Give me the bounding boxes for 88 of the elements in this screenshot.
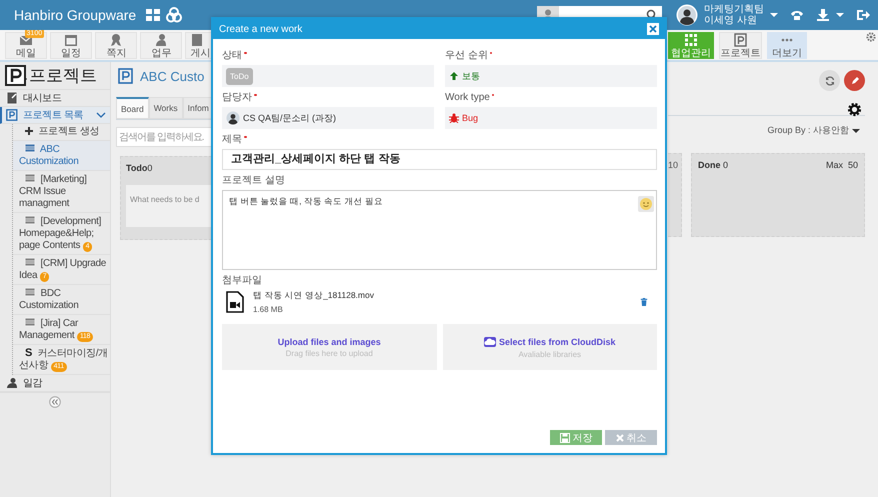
group-by-label[interactable]: Group By : 사용안함 bbox=[767, 124, 849, 137]
table-icon bbox=[25, 257, 35, 267]
field-label: 담당자 bbox=[222, 91, 252, 104]
pencil-icon bbox=[850, 76, 860, 86]
file-name: 탭 작동 시연 영상_181128.mov bbox=[253, 290, 374, 302]
ribbon-icon bbox=[109, 32, 124, 46]
app-button[interactable]: 일정 bbox=[50, 32, 92, 59]
search-field[interactable]: 검색어를 입력하세요. bbox=[116, 127, 212, 147]
refresh-button[interactable] bbox=[819, 70, 840, 91]
sidebar-title: 프로젝트 bbox=[29, 65, 97, 87]
column-count: 0 bbox=[147, 163, 152, 173]
app-button[interactable]: 프로젝트 bbox=[719, 32, 762, 59]
tab[interactable]: Infom bbox=[182, 97, 214, 119]
trash-icon[interactable] bbox=[640, 297, 648, 307]
field-label: 제목 bbox=[222, 133, 242, 146]
user-name: 이세영 사원 bbox=[704, 15, 758, 26]
caret-icon[interactable] bbox=[852, 126, 860, 134]
cloud-icon bbox=[484, 336, 496, 348]
app-button[interactable]: 더보기 bbox=[767, 32, 807, 59]
description-textarea[interactable]: 탭 버튼 눌렀을 때, 작동 속도 개선 필요 bbox=[222, 190, 657, 270]
field-label: 우선 순위 bbox=[445, 49, 488, 62]
logout-icon[interactable] bbox=[856, 8, 870, 22]
field-label: Work type bbox=[445, 92, 490, 102]
field-label: 첨부파일 bbox=[222, 274, 262, 287]
upload-title: Upload files and images bbox=[278, 336, 381, 346]
column-max: 10 bbox=[668, 160, 678, 170]
document-icon bbox=[6, 92, 18, 104]
file-size: 1.68 MB bbox=[253, 305, 284, 314]
avatar-icon[interactable] bbox=[676, 4, 698, 26]
tab[interactable]: Board bbox=[116, 97, 149, 119]
select-field[interactable]: CS QA팀/문소리 (과장) bbox=[222, 107, 434, 129]
dialog-title: Create a new work bbox=[219, 24, 302, 34]
grid-icon[interactable] bbox=[146, 8, 160, 22]
app-button[interactable]: 게시 bbox=[185, 32, 211, 59]
field-label: 상태 bbox=[222, 49, 242, 62]
grid-icon bbox=[684, 32, 698, 46]
close-icon bbox=[649, 25, 657, 33]
select-field[interactable]: Bug bbox=[445, 107, 657, 129]
calendar-icon bbox=[64, 32, 78, 46]
table-icon bbox=[25, 143, 35, 153]
person-icon bbox=[6, 377, 18, 389]
person-icon bbox=[154, 32, 168, 46]
p-box-icon bbox=[6, 109, 18, 121]
table-icon bbox=[25, 287, 35, 297]
edit-button[interactable] bbox=[844, 70, 865, 91]
project-list-item[interactable]: BDC Customization bbox=[13, 285, 110, 315]
upload-title: Select files from CloudDisk bbox=[498, 336, 616, 346]
project-title: ABC Custo bbox=[140, 68, 204, 84]
smiley-icon[interactable] bbox=[638, 196, 654, 212]
arrow-up-icon bbox=[449, 71, 459, 81]
app-title: Hanbiro Groupware bbox=[14, 7, 136, 23]
table-icon bbox=[25, 215, 35, 225]
collapse-icon[interactable] bbox=[49, 396, 61, 408]
status-chip: ToDo bbox=[226, 68, 253, 84]
select-field[interactable]: 보통 bbox=[445, 65, 657, 87]
column-title: Todo bbox=[126, 163, 148, 173]
title-input[interactable]: 고객관리_상세페이지 하단 탭 작동 bbox=[222, 149, 657, 170]
rings-logo-icon[interactable] bbox=[166, 7, 182, 23]
plus-icon bbox=[25, 127, 33, 135]
project-list-item[interactable]: [Marketing] CRM Issue managment bbox=[13, 171, 110, 213]
close-icon bbox=[616, 434, 624, 442]
app-button[interactable]: 쪽지 bbox=[95, 32, 138, 59]
phone-icon[interactable] bbox=[790, 8, 804, 22]
sidebar-item[interactable]: 프로젝트 목록 bbox=[0, 107, 110, 124]
table-icon bbox=[25, 173, 35, 183]
card-placeholder: What needs to be d bbox=[130, 195, 200, 204]
avatar-icon bbox=[226, 111, 240, 125]
sidebar-item[interactable]: 일감 bbox=[0, 375, 110, 392]
refresh-icon bbox=[824, 76, 834, 86]
user-team: 마케팅기획팀 bbox=[704, 4, 764, 15]
tab[interactable]: Works bbox=[148, 97, 183, 119]
table-icon bbox=[25, 317, 35, 327]
video-file-icon bbox=[226, 291, 244, 313]
download-icon[interactable] bbox=[816, 8, 830, 22]
column-count: 0 bbox=[723, 160, 728, 170]
column-max: Max 50 bbox=[826, 160, 858, 170]
p-box-icon bbox=[118, 68, 134, 84]
bug-icon bbox=[449, 113, 459, 123]
app-button[interactable]: 업무 bbox=[140, 32, 182, 59]
project-list-item[interactable]: ABC Customization bbox=[13, 141, 110, 171]
document-icon bbox=[190, 32, 204, 46]
field-label: 프로젝트 설명 bbox=[222, 174, 285, 187]
chevron-down-icon[interactable] bbox=[96, 110, 106, 120]
column-title: Done bbox=[698, 160, 720, 170]
settings-icon[interactable] bbox=[847, 102, 862, 117]
p-logo-icon bbox=[5, 64, 27, 86]
close-button[interactable] bbox=[647, 23, 659, 35]
p-box-icon bbox=[734, 32, 748, 46]
